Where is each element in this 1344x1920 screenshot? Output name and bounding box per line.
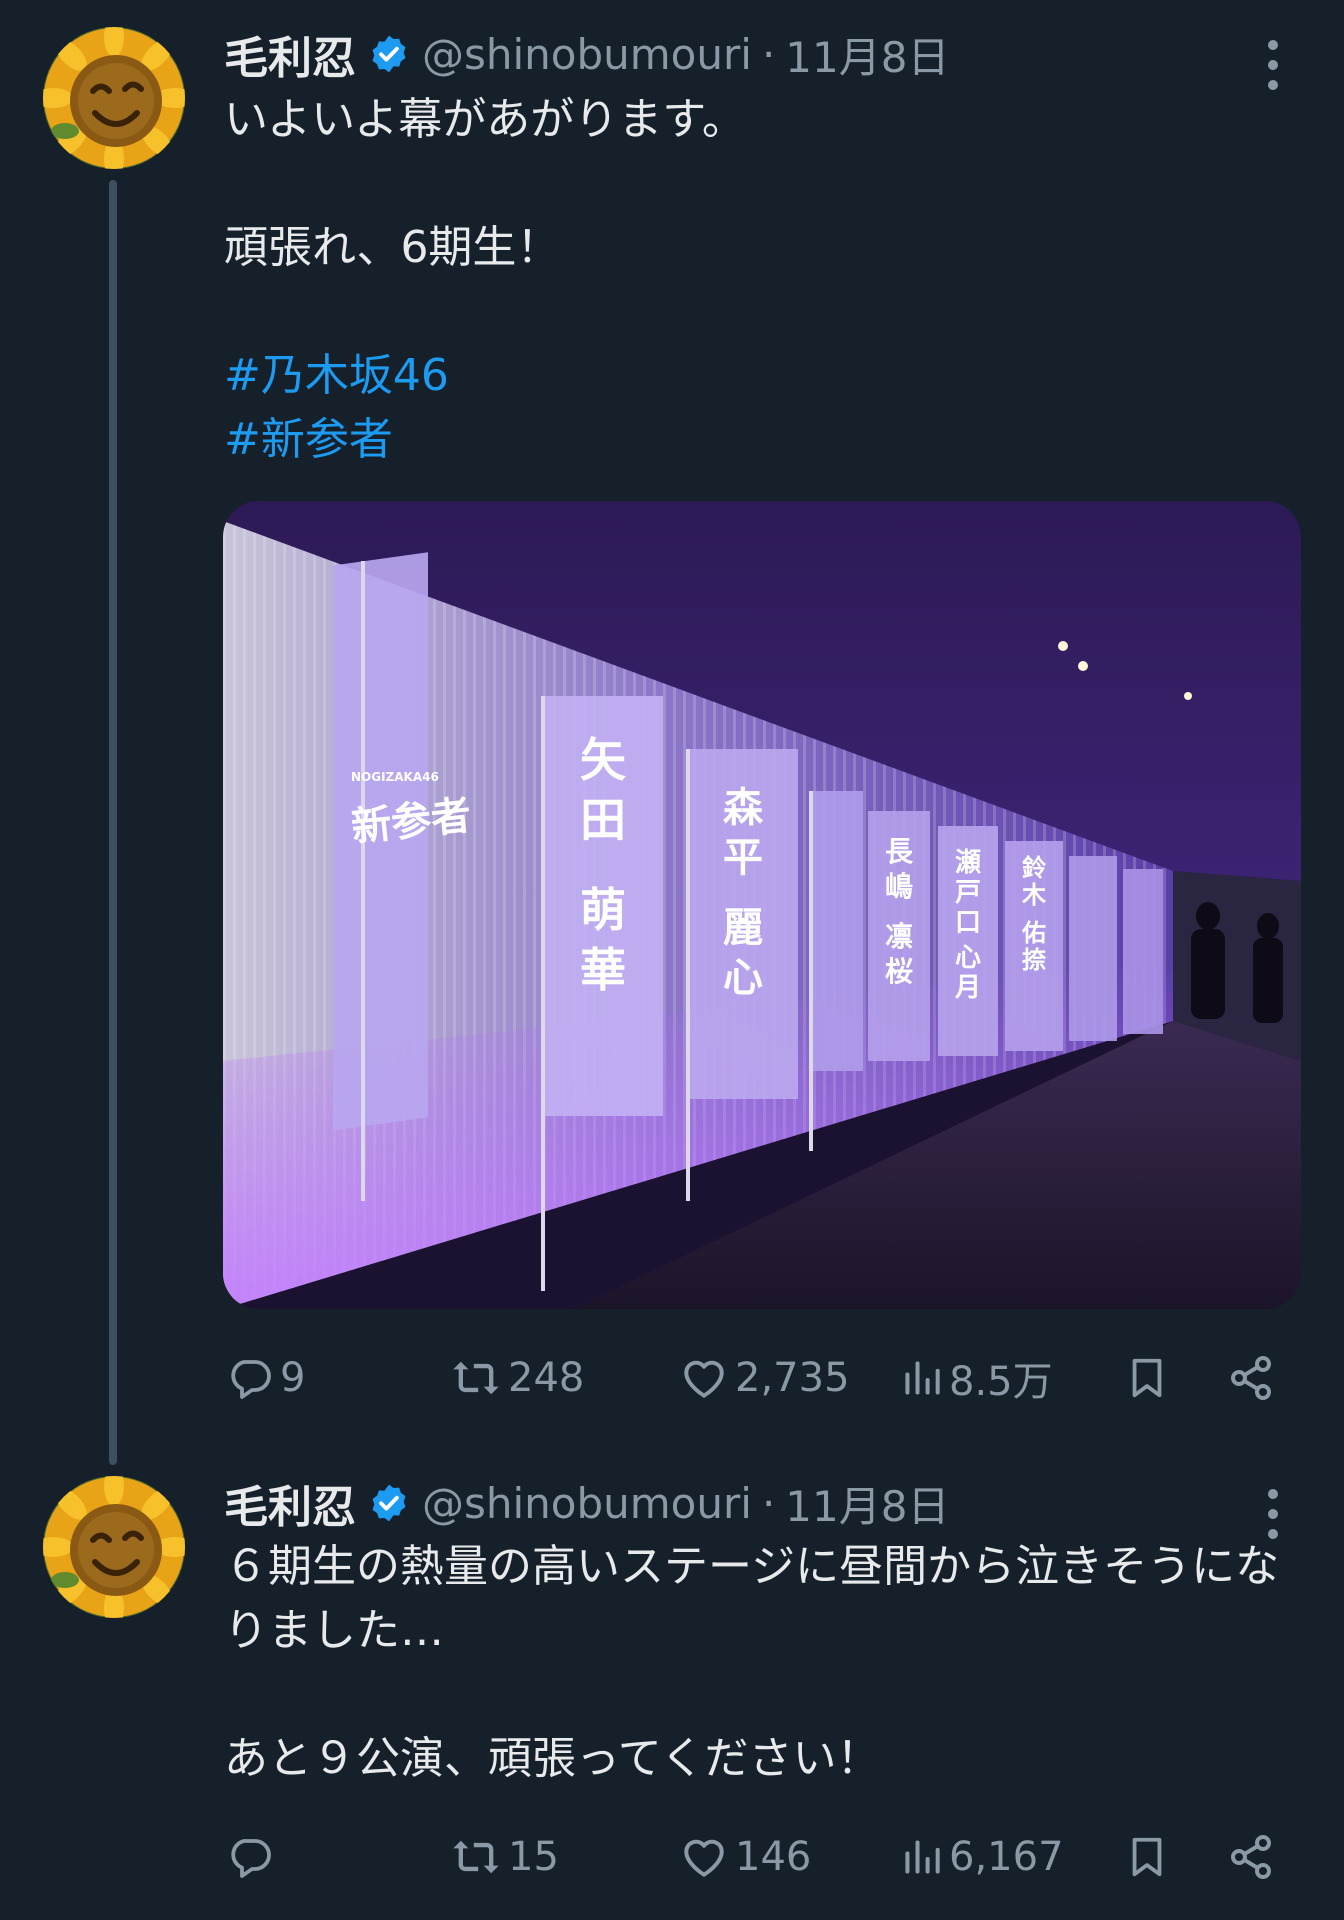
reply-icon	[226, 1833, 274, 1881]
banner-name: 鈴	[1022, 853, 1047, 882]
banner-name: 月	[954, 973, 981, 1003]
tweet-paragraph: いよいよ幕があがります。	[224, 94, 746, 145]
more-vertical-icon[interactable]	[1261, 35, 1285, 95]
views-button[interactable]: 8.5万	[899, 1343, 1053, 1413]
share-button[interactable]	[1227, 1822, 1275, 1892]
hashtag-link[interactable]: #新参者	[224, 408, 1284, 472]
retweet-icon	[450, 1831, 502, 1883]
thread-connector-line	[109, 180, 117, 1465]
banner-name: 麗	[723, 904, 763, 951]
separator-dot: ·	[761, 29, 776, 79]
banner-name: 矢	[580, 733, 626, 787]
reply-button[interactable]	[226, 1822, 280, 1892]
author-handle[interactable]: @shinobumouri	[422, 30, 752, 79]
banner-name: 心	[955, 943, 981, 973]
tweet-actions: 9 248 2,735 8.5万	[224, 1343, 1284, 1413]
tweet-media-image[interactable]: 矢 田 萌 華 森 平 麗 心 長 嶋 凛 桜 瀬 戸 口 心 月 鈴 木 佑	[223, 501, 1301, 1309]
author-name[interactable]: 毛利忍	[224, 22, 356, 86]
share-button[interactable]	[1227, 1343, 1275, 1413]
banner-small-text: NOGIZAKA46	[351, 770, 439, 784]
bookmark-button[interactable]	[1124, 1343, 1170, 1413]
banner-name: 森	[723, 784, 764, 831]
reply-button[interactable]: 9	[226, 1343, 305, 1413]
tweet-header: 毛利忍 @shinobumouri · 11月8日	[224, 1471, 949, 1535]
banner-name: 木	[1021, 880, 1047, 909]
banner-name: 長	[885, 835, 914, 868]
banner-name: 桜	[885, 955, 913, 988]
heart-icon	[679, 1832, 729, 1882]
hashtag-link[interactable]: #乃木坂46	[224, 344, 1284, 408]
reply-icon	[226, 1354, 274, 1402]
tweet-date[interactable]: 11月8日	[785, 24, 949, 85]
views-count: 8.5万	[949, 1359, 1053, 1405]
tweet-actions: 15 146 6,167	[224, 1822, 1284, 1892]
banner-name: 平	[723, 834, 763, 881]
tweet-paragraph: 頑張れ、6期生！	[224, 222, 561, 273]
bookmark-button[interactable]	[1124, 1822, 1170, 1892]
author-name[interactable]: 毛利忍	[224, 1471, 356, 1535]
author-avatar[interactable]	[43, 27, 185, 169]
tweet-date[interactable]: 11月8日	[785, 1473, 949, 1534]
share-icon	[1227, 1354, 1275, 1402]
banner-name: 萌	[580, 883, 626, 937]
share-icon	[1227, 1833, 1275, 1881]
tweet-paragraph: あと９公演、頑張ってください！	[224, 1733, 881, 1784]
views-button[interactable]: 6,167	[899, 1822, 1064, 1892]
retweet-count: 15	[508, 1834, 559, 1880]
author-handle[interactable]: @shinobumouri	[422, 1479, 752, 1528]
retweet-icon	[450, 1352, 502, 1404]
like-count: 146	[735, 1834, 812, 1880]
like-button[interactable]: 146	[679, 1822, 811, 1892]
tweet-text: いよいよ幕があがります。 頑張れ、6期生！ #乃木坂46 #新参者	[224, 88, 1284, 472]
banner-name: 捺	[1022, 945, 1047, 974]
views-icon	[899, 1356, 943, 1400]
banner-name: 心	[723, 954, 763, 1001]
verified-badge-icon	[368, 33, 410, 75]
retweet-count: 248	[508, 1355, 585, 1401]
banner-name: 瀬	[955, 848, 981, 878]
page: { "tweets": [ { "author_name": "毛利忍", "h…	[0, 0, 1344, 1920]
views-icon	[899, 1835, 943, 1879]
verified-badge-icon	[368, 1482, 410, 1524]
author-avatar[interactable]	[43, 1476, 185, 1618]
tweet-text: ６期生の熱量の高いステージに昼間から泣きそうになりました… あと９公演、頑張って…	[224, 1535, 1284, 1791]
retweet-button[interactable]: 15	[450, 1822, 559, 1892]
separator-dot: ·	[761, 1478, 776, 1528]
banner-name: 華	[580, 943, 626, 997]
tweet-header: 毛利忍 @shinobumouri · 11月8日	[224, 22, 949, 86]
banner-name: 嶋	[885, 870, 913, 903]
reply-count: 9	[280, 1355, 306, 1401]
bookmark-icon	[1124, 1355, 1170, 1401]
banner-name: 佑	[1021, 918, 1046, 947]
retweet-button[interactable]: 248	[450, 1343, 584, 1413]
like-button[interactable]: 2,735	[679, 1343, 850, 1413]
banner-name: 口	[955, 908, 981, 938]
banner-name: 凛	[885, 920, 913, 953]
tweet-paragraph: ６期生の熱量の高いステージに昼間から泣きそうになりました…	[224, 1541, 1280, 1656]
banner-name: 戸	[955, 878, 981, 908]
heart-icon	[679, 1353, 729, 1403]
bookmark-icon	[1124, 1834, 1170, 1880]
banner-name: 田	[580, 793, 626, 847]
like-count: 2,735	[735, 1355, 850, 1401]
views-count: 6,167	[949, 1834, 1064, 1880]
